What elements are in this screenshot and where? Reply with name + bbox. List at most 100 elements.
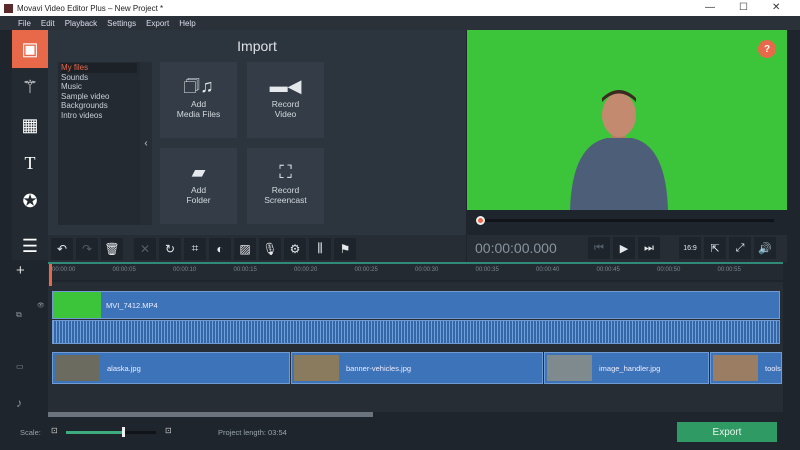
- ruler-tick-label: 00:00:50: [657, 267, 681, 273]
- folder-icon: ▰: [191, 162, 206, 182]
- category-sample-video[interactable]: Sample video: [61, 92, 137, 102]
- image-clip[interactable]: image_handler.jpg: [544, 352, 709, 384]
- rotate-icon[interactable]: ↻: [159, 237, 181, 260]
- clip-name: MVI_7412.MP4: [106, 301, 158, 310]
- clip-thumbnail: [53, 292, 101, 318]
- maximize-button[interactable]: ☐: [739, 2, 748, 13]
- more-tools-list-icon[interactable]: ☰: [12, 232, 48, 260]
- image-clip[interactable]: tools: [710, 352, 782, 384]
- video-clip[interactable]: MVI_7412.MP4: [52, 291, 780, 319]
- aspect-ratio-button[interactable]: 16:9: [679, 237, 701, 259]
- import-title: Import: [237, 38, 277, 54]
- volume-icon[interactable]: 🔊: [754, 237, 776, 259]
- color-adjust-icon[interactable]: ◐: [209, 237, 231, 260]
- image-clip[interactable]: banner-vehicles.jpg: [291, 352, 543, 384]
- audio-waveform[interactable]: [52, 320, 780, 344]
- ruler-tick-label: 00:00:45: [596, 267, 620, 273]
- zoom-in-icon[interactable]: ⊡: [165, 426, 172, 435]
- tile-label: Folder: [186, 195, 211, 205]
- crop-icon[interactable]: ⌗: [184, 237, 206, 260]
- undo-icon[interactable]: ↶: [51, 237, 73, 260]
- scale-label: Scale:: [20, 428, 41, 437]
- zoom-out-icon[interactable]: ⊡: [51, 426, 58, 435]
- visibility-eye-icon[interactable]: 👁: [37, 302, 45, 309]
- clip-thumbnail: [55, 355, 100, 381]
- ruler-tick-label: 00:00:55: [717, 267, 741, 273]
- seek-handle[interactable]: [476, 216, 485, 225]
- delete-trash-icon[interactable]: 🗑: [101, 237, 123, 260]
- ruler-tick-label: 00:00:05: [112, 267, 136, 273]
- fullscreen-icon[interactable]: ⤢: [729, 237, 751, 259]
- ruler-tick-label: 00:00:15: [233, 267, 257, 273]
- menu-export[interactable]: Export: [146, 19, 169, 28]
- preview-seek-bar[interactable]: [476, 219, 774, 222]
- ruler-tick-label: 00:00:30: [415, 267, 439, 273]
- ruler-tick-label: 00:00:00: [52, 267, 76, 273]
- window-title: Movavi Video Editor Plus – New Project *: [17, 3, 164, 13]
- transitions-film-icon[interactable]: ▦: [12, 106, 48, 144]
- close-button[interactable]: ✕: [772, 2, 780, 13]
- tile-label: Video: [274, 109, 297, 119]
- scale-slider-knob[interactable]: [121, 427, 125, 437]
- add-media-files-button[interactable]: 🗇♫ Add Media Files: [160, 62, 237, 138]
- timeline-scrollbar[interactable]: [48, 412, 373, 417]
- titles-text-icon[interactable]: T: [12, 144, 48, 182]
- video-preview: ?: [467, 30, 787, 210]
- equalizer-icon[interactable]: ⫼: [309, 237, 331, 260]
- category-music[interactable]: Music: [61, 82, 137, 92]
- detach-preview-icon[interactable]: ⇱: [704, 237, 726, 259]
- clip-name: banner-vehicles.jpg: [346, 364, 412, 373]
- stickers-star-icon[interactable]: ✪: [12, 182, 48, 220]
- record-screencast-button[interactable]: ⛶ Record Screencast: [247, 148, 324, 224]
- title-bar: Movavi Video Editor Plus – New Project *…: [0, 0, 800, 16]
- collapse-chevron-left-icon[interactable]: ‹: [140, 62, 152, 225]
- help-button[interactable]: ?: [758, 40, 776, 58]
- add-track-icon[interactable]: +: [16, 262, 25, 279]
- ruler-tick-label: 00:00:10: [173, 267, 197, 273]
- category-sounds[interactable]: Sounds: [61, 73, 137, 83]
- import-category-list: My files Sounds Music Sample video Backg…: [58, 62, 140, 225]
- settings-gear-icon[interactable]: ⚙: [284, 237, 306, 260]
- marker-flag-icon[interactable]: ⚑: [334, 237, 356, 260]
- tile-label: Record: [271, 99, 300, 109]
- menu-file[interactable]: File: [18, 19, 31, 28]
- ruler-tick-label: 00:00:35: [475, 267, 499, 273]
- clip-thumbnail: [713, 355, 758, 381]
- tile-label: Add: [190, 185, 207, 195]
- tile-label: Media Files: [176, 109, 221, 119]
- menu-settings[interactable]: Settings: [107, 19, 136, 28]
- presenter-image: [570, 90, 668, 210]
- menu-help[interactable]: Help: [179, 19, 195, 28]
- cut-icon[interactable]: ✕: [134, 237, 156, 260]
- menu-playback[interactable]: Playback: [65, 19, 97, 28]
- skip-back-icon[interactable]: ⏮: [588, 237, 610, 259]
- menu-edit[interactable]: Edit: [41, 19, 55, 28]
- import-tab-icon[interactable]: ▣: [12, 30, 48, 68]
- screencast-icon: ⛶: [279, 162, 292, 182]
- skip-forward-icon[interactable]: ⏭: [638, 237, 660, 259]
- record-video-button[interactable]: ▬◀ Record Video: [247, 62, 324, 138]
- category-backgrounds[interactable]: Backgrounds: [61, 101, 137, 111]
- scale-slider-fill: [66, 431, 123, 434]
- clip-name: image_handler.jpg: [599, 364, 661, 373]
- image-icon[interactable]: ▨: [234, 237, 256, 260]
- magic-wand-icon[interactable]: ⚚: [12, 68, 48, 106]
- timeline-ruler[interactable]: 00:00:00 00:00:05 00:00:10 00:00:15 00:00:20…: [48, 262, 783, 280]
- add-folder-button[interactable]: ▰ Add Folder: [160, 148, 237, 224]
- playhead[interactable]: [49, 264, 52, 286]
- minimize-button[interactable]: —: [705, 2, 715, 13]
- tool-sidebar: ▣ ⚚ ▦ T ✪: [12, 30, 48, 260]
- ruler-tick-label: 00:00:25: [354, 267, 378, 273]
- ruler-tick-label: 00:00:20: [294, 267, 318, 273]
- tile-label: Record: [271, 185, 300, 195]
- redo-icon[interactable]: ↷: [76, 237, 98, 260]
- category-intro-videos[interactable]: Intro videos: [61, 111, 137, 121]
- microphone-icon[interactable]: 🎙: [259, 237, 281, 260]
- timecode: 00:00:00.000: [475, 240, 557, 256]
- ruler-tick-label: 00:00:40: [536, 267, 560, 273]
- export-button[interactable]: Export: [677, 422, 777, 442]
- category-my-files[interactable]: My files: [61, 63, 137, 73]
- image-clip[interactable]: alaska.jpg: [52, 352, 290, 384]
- clip-name: alaska.jpg: [107, 364, 141, 373]
- play-icon[interactable]: ▶: [613, 237, 635, 259]
